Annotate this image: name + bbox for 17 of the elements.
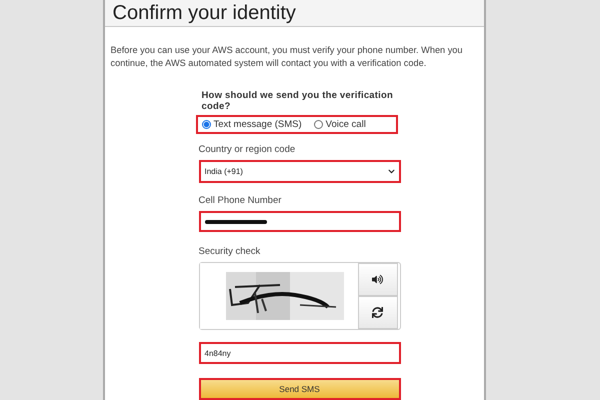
refresh-button[interactable] — [358, 296, 398, 329]
refresh-icon — [372, 307, 383, 318]
captcha-field[interactable]: 4n84ny — [198, 342, 400, 364]
send-sms-button[interactable]: Send SMS — [198, 378, 400, 400]
audio-button[interactable] — [358, 263, 398, 296]
method-radio[interactable]: Text message (SMS) — [202, 119, 302, 130]
intro-text: Before you can use your AWS account, you must verify your phone number. When you continue, the AWS automated system will contact you with a verification code. — [110, 44, 464, 70]
phone-field[interactable] — [198, 211, 400, 232]
page-title: Confirm your identity — [112, 2, 296, 24]
chevron-down-icon — [388, 168, 394, 175]
field-label: Country or region code — [198, 144, 296, 155]
method-question: How should we send you the verification code? — [200, 90, 394, 112]
field-label: Cell Phone Number — [198, 195, 282, 206]
field-label: Security check — [198, 246, 262, 257]
speaker-icon — [372, 274, 383, 285]
country-select[interactable]: India (+91) — [198, 160, 400, 183]
method-radio[interactable]: Voice call — [314, 119, 366, 130]
